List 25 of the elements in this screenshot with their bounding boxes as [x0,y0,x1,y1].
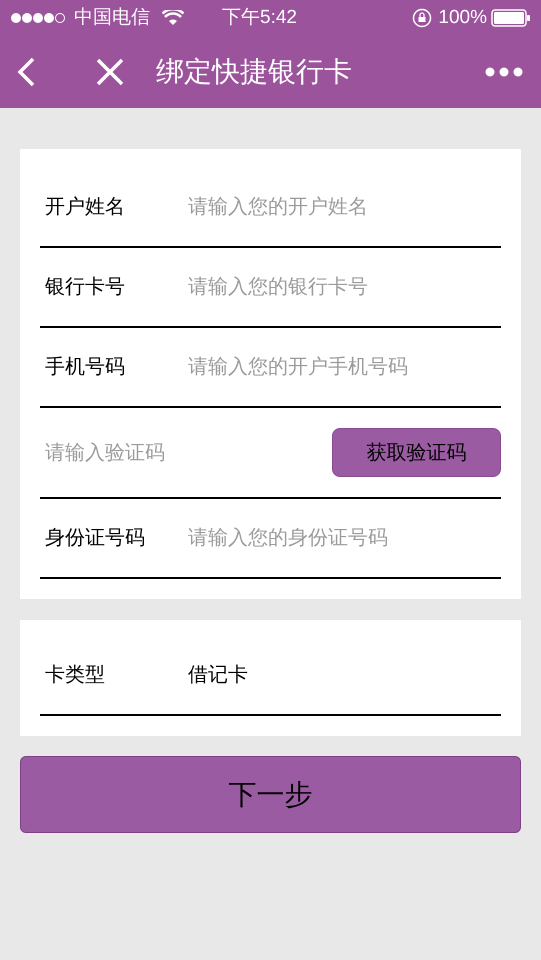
field-label: 身份证号码 [44,526,146,551]
battery-icon [491,9,531,27]
close-icon [96,58,124,86]
next-button[interactable]: 下一步 [20,756,521,833]
input-field[interactable]: 请输入您的开户姓名 [188,192,501,222]
input-field[interactable]: 请输入您的银行卡号 [188,272,501,302]
wifi-icon [162,10,184,26]
signal-icon [10,12,66,24]
carrier-name: 中国电信 [74,6,150,30]
field-label: 卡类型 [44,663,106,688]
more-icon [485,67,523,77]
field-label: 开户姓名 [44,195,126,220]
battery-percent: 100% [438,6,487,30]
field-label: 银行卡号 [44,275,126,300]
card-type-value[interactable]: 借记卡 [188,660,248,690]
close-button[interactable] [94,56,126,88]
back-icon [16,57,36,87]
input-field[interactable]: 请输入您的开户手机号码 [188,352,501,382]
input-field[interactable]: 请输入您的身份证号码 [188,523,501,553]
get-code-button[interactable]: 获取验证码 [332,428,501,477]
rotation-lock-icon [412,8,432,28]
input-field[interactable]: 请输入验证码 [40,438,332,468]
status-time: 下午5:42 [222,6,297,30]
field-label: 手机号码 [44,355,126,380]
page-title: 绑定快捷银行卡 [156,55,352,89]
